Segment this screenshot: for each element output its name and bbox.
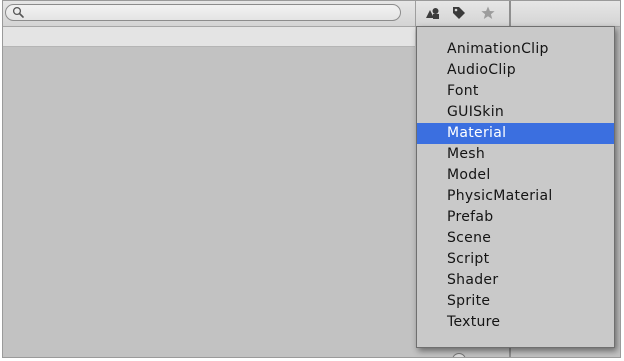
asset-list-area bbox=[3, 47, 415, 357]
favorites-star-icon bbox=[481, 6, 495, 19]
search-field[interactable] bbox=[5, 4, 401, 21]
menu-item-shader[interactable]: Shader bbox=[417, 270, 614, 291]
menu-item-model[interactable]: Model bbox=[417, 165, 614, 186]
filter-by-label-button[interactable] bbox=[448, 3, 470, 23]
search-input[interactable] bbox=[28, 5, 388, 20]
menu-item-sprite[interactable]: Sprite bbox=[417, 291, 614, 312]
type-filter-dropdown: AnimationClip AudioClip Font GUISkin Mat… bbox=[416, 26, 615, 348]
menu-item-guiskin[interactable]: GUISkin bbox=[417, 102, 614, 123]
menu-item-mesh[interactable]: Mesh bbox=[417, 144, 614, 165]
menu-item-material[interactable]: Material bbox=[417, 123, 614, 144]
favorites-button[interactable] bbox=[477, 3, 499, 23]
menu-item-script[interactable]: Script bbox=[417, 249, 614, 270]
menu-item-physicmaterial[interactable]: PhysicMaterial bbox=[417, 186, 614, 207]
filter-by-type-icon bbox=[426, 8, 439, 19]
filter-by-label-icon bbox=[453, 7, 465, 19]
project-window: AnimationClip AudioClip Font GUISkin Mat… bbox=[2, 0, 621, 358]
menu-item-texture[interactable]: Texture bbox=[417, 312, 614, 333]
toolbar-divider bbox=[415, 1, 416, 27]
menu-item-animationclip[interactable]: AnimationClip bbox=[417, 39, 614, 60]
menu-item-prefab[interactable]: Prefab bbox=[417, 207, 614, 228]
breadcrumb-bar bbox=[3, 27, 415, 47]
menu-item-audioclip[interactable]: AudioClip bbox=[417, 60, 614, 81]
menu-item-scene[interactable]: Scene bbox=[417, 228, 614, 249]
toolbar bbox=[3, 1, 620, 27]
filter-by-type-button[interactable] bbox=[421, 3, 443, 23]
search-icon bbox=[12, 6, 24, 18]
menu-item-font[interactable]: Font bbox=[417, 81, 614, 102]
